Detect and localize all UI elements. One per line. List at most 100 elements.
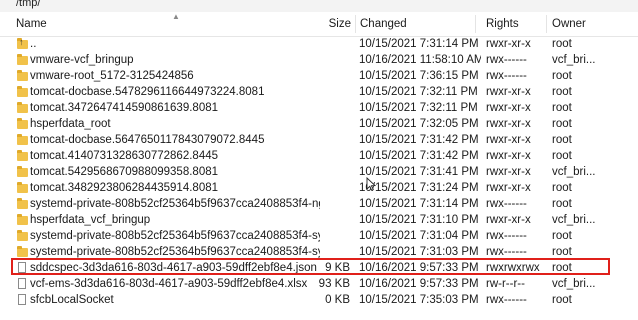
file-owner: root — [552, 38, 572, 50]
file-size — [300, 164, 350, 180]
file-row[interactable]: ↑.. 10/15/2021 7:31:14 PM rwxr-xr-x root — [0, 36, 638, 52]
file-row[interactable]: systemd-private-808b52cf25364b5f9637cca2… — [0, 196, 638, 212]
file-owner: root — [552, 134, 572, 146]
file-icon — [16, 260, 28, 276]
file-row[interactable]: systemd-private-808b52cf25364b5f9637cca2… — [0, 244, 638, 260]
column-owner[interactable]: Owner — [552, 12, 632, 36]
file-size — [300, 196, 350, 212]
file-owner: root — [552, 70, 572, 82]
file-name: tomcat.4140731328630772862.8445 — [30, 150, 219, 162]
file-row[interactable]: tomcat-docbase.5647650117843079072.8445 1… — [0, 132, 638, 148]
file-changed: 10/15/2021 7:31:41 PM — [359, 166, 479, 178]
file-row[interactable]: tomcat.3472647414590861639.8081 10/15/202… — [0, 100, 638, 116]
file-owner: vcf_bri... — [552, 166, 596, 178]
column-name[interactable]: Name — [16, 12, 316, 36]
column-rights[interactable]: Rights — [486, 12, 546, 36]
file-size — [300, 68, 350, 84]
file-changed: 10/15/2021 7:32:11 PM — [359, 102, 478, 114]
file-rights: rwxr-xr-x — [486, 150, 531, 162]
file-name: tomcat-docbase.5478296116644973224.8081 — [30, 86, 265, 98]
file-name: systemd-private-808b52cf25364b5f9637cca2… — [30, 246, 320, 258]
folder-icon — [16, 244, 28, 260]
file-owner: vcf_bri... — [552, 214, 596, 226]
file-name: systemd-private-808b52cf25364b5f9637cca2… — [30, 230, 320, 242]
file-name: .. — [30, 38, 37, 50]
file-row[interactable]: sfcbLocalSocket 0 KB 10/15/2021 7:35:03 PM… — [0, 292, 638, 308]
column-size[interactable]: Size — [326, 12, 351, 36]
file-name: hsperfdata_vcf_bringup — [30, 214, 151, 226]
file-name: sfcbLocalSocket — [30, 294, 114, 306]
file-size — [300, 212, 350, 228]
file-row[interactable]: vmware-root_5172-3125424856 10/15/2021 7:… — [0, 68, 638, 84]
file-changed: 10/15/2021 7:31:04 PM — [359, 230, 479, 242]
file-owner: vcf_bri... — [552, 54, 596, 66]
sort-ascending-icon: ▲ — [172, 12, 180, 21]
file-owner: root — [552, 230, 572, 242]
file-owner: root — [552, 198, 572, 210]
file-rights: rwxr-xr-x — [486, 86, 531, 98]
file-rights: rwxrwxrwx — [486, 262, 540, 274]
column-divider[interactable] — [475, 15, 476, 33]
file-rights: rwxr-xr-x — [486, 166, 531, 178]
file-row[interactable]: tomcat.5429568670988099358.8081 10/15/202… — [0, 164, 638, 180]
file-changed: 10/15/2021 7:31:10 PM — [359, 214, 479, 226]
file-rights: rwx------ — [486, 294, 527, 306]
file-size — [300, 228, 350, 244]
file-rights: rwxr-xr-x — [486, 118, 531, 130]
file-name: tomcat.3472647414590861639.8081 — [30, 102, 219, 114]
folder-icon — [16, 84, 28, 100]
file-changed: 10/15/2021 7:32:05 PM — [359, 118, 479, 130]
file-changed: 10/15/2021 7:31:42 PM — [359, 150, 479, 162]
file-size — [300, 116, 350, 132]
parent-dir-icon: ↑ — [16, 36, 28, 52]
file-owner: root — [552, 102, 572, 114]
folder-icon — [16, 212, 28, 228]
folder-icon — [16, 52, 28, 68]
file-owner: root — [552, 262, 572, 274]
folder-icon — [16, 116, 28, 132]
folder-icon — [16, 68, 28, 84]
file-name: tomcat.3482923806284435914.8081 — [30, 182, 219, 194]
file-rights: rwx------ — [486, 246, 527, 258]
mouse-cursor-icon — [366, 177, 376, 191]
file-rights: rwxr-xr-x — [486, 134, 531, 146]
column-divider[interactable] — [546, 15, 547, 33]
file-size — [300, 52, 350, 68]
file-changed: 10/15/2021 7:31:14 PM — [359, 198, 479, 210]
file-owner: root — [552, 150, 572, 162]
current-path: /tmp/ — [16, 0, 41, 9]
file-size — [300, 36, 350, 52]
file-size: 0 KB — [325, 294, 350, 306]
file-owner: root — [552, 182, 572, 194]
file-name: systemd-private-808b52cf25364b5f9637cca2… — [30, 198, 320, 210]
file-rights: rwxr-xr-x — [486, 214, 531, 226]
folder-icon — [16, 132, 28, 148]
file-row[interactable]: sddcspec-3d3da616-803d-4617-a903-59dff2e… — [0, 260, 638, 276]
file-changed: 10/15/2021 7:31:14 PM — [359, 38, 479, 50]
file-row[interactable]: hsperfdata_root 10/15/2021 7:32:05 PM rwxr… — [0, 116, 638, 132]
column-changed[interactable]: Changed — [360, 12, 470, 36]
folder-icon — [16, 164, 28, 180]
file-icon — [16, 276, 28, 292]
file-name: vcf-ems-3d3da616-803d-4617-a903-59dff2eb… — [30, 278, 308, 290]
file-changed: 10/15/2021 7:31:42 PM — [359, 134, 479, 146]
folder-icon — [16, 148, 28, 164]
file-icon — [16, 292, 28, 308]
file-row[interactable]: tomcat.3482923806284435914.8081 10/15/202… — [0, 180, 638, 196]
file-row[interactable]: vmware-vcf_bringup 10/16/2021 11:58:10 AM… — [0, 52, 638, 68]
file-size — [300, 100, 350, 116]
folder-icon — [16, 196, 28, 212]
file-size — [300, 84, 350, 100]
column-divider[interactable] — [355, 15, 356, 33]
file-row[interactable]: systemd-private-808b52cf25364b5f9637cca2… — [0, 228, 638, 244]
file-name: sddcspec-3d3da616-803d-4617-a903-59dff2e… — [30, 262, 317, 274]
file-changed: 10/15/2021 7:35:03 PM — [359, 294, 479, 306]
folder-icon — [16, 228, 28, 244]
file-row[interactable]: hsperfdata_vcf_bringup 10/15/2021 7:31:10… — [0, 212, 638, 228]
file-row[interactable]: tomcat.4140731328630772862.8445 10/15/202… — [0, 148, 638, 164]
file-row[interactable]: tomcat-docbase.5478296116644973224.8081 1… — [0, 84, 638, 100]
file-row[interactable]: vcf-ems-3d3da616-803d-4617-a903-59dff2eb… — [0, 276, 638, 292]
file-owner: root — [552, 86, 572, 98]
file-rights: rw-r--r-- — [486, 278, 525, 290]
file-owner: root — [552, 246, 572, 258]
